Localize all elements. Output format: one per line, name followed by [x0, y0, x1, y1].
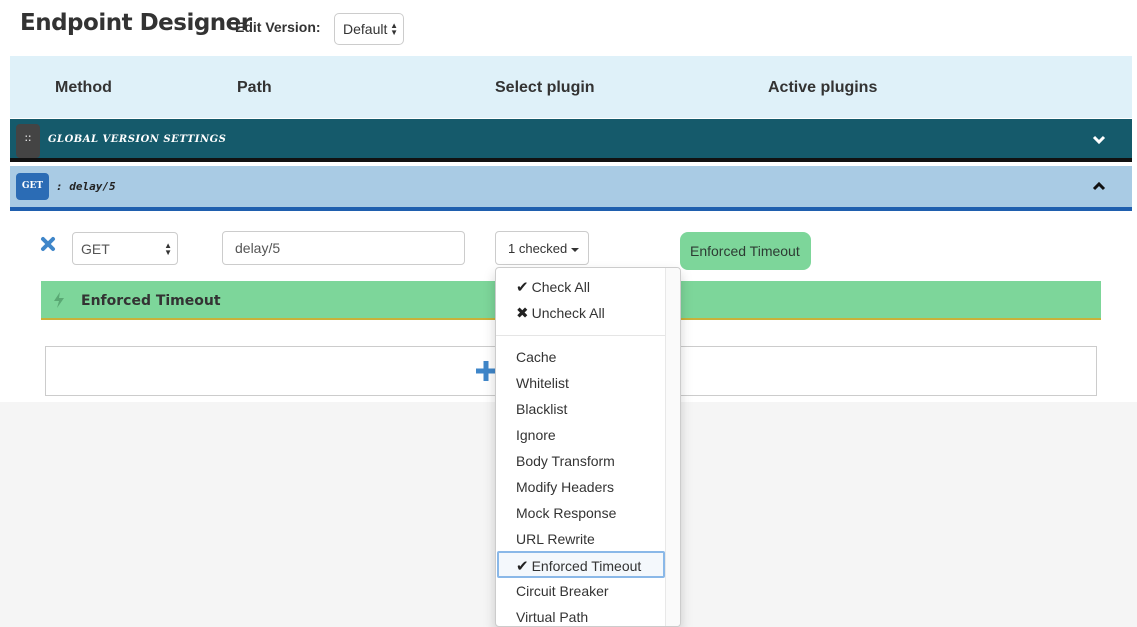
caret-down-icon	[571, 247, 580, 252]
check-icon: ✔	[516, 558, 529, 575]
close-icon[interactable]	[40, 236, 56, 252]
plugin-option-url-rewrite[interactable]: URL Rewrite	[516, 531, 595, 547]
global-version-settings-bar[interactable]: :: GLOBAL VERSION SETTINGS	[10, 119, 1132, 162]
select-plugin-button[interactable]: 1 checked	[495, 231, 589, 265]
check-all-label: Check All	[531, 279, 590, 295]
active-plugin-chip[interactable]: Enforced Timeout	[680, 232, 811, 270]
endpoint-path-label: : delay/5	[56, 180, 116, 193]
method-select[interactable]: GET ▲ ▼	[72, 232, 178, 265]
plugin-option-blacklist[interactable]: Blacklist	[516, 401, 567, 417]
plugin-option-cache[interactable]: Cache	[516, 349, 556, 365]
plugin-option-circuit-breaker[interactable]: Circuit Breaker	[516, 583, 609, 599]
version-select[interactable]: Default ▲ ▼	[334, 13, 404, 45]
column-select-plugin: Select plugin	[495, 79, 595, 96]
check-all-option[interactable]: ✔ Check All	[516, 278, 590, 296]
plugin-option-modify-headers[interactable]: Modify Headers	[516, 479, 614, 495]
bolt-icon	[54, 292, 64, 308]
version-select-value: Default	[343, 21, 388, 37]
plugin-option-mock-response[interactable]: Mock Response	[516, 505, 616, 521]
dropdown-divider	[496, 335, 680, 336]
chevron-down-icon[interactable]	[1092, 133, 1106, 147]
dropdown-scrollbar[interactable]	[665, 268, 680, 626]
plugin-option-enforced-timeout[interactable]: ✔ Enforced Timeout	[516, 557, 641, 575]
endpoint-bar[interactable]: GET : delay/5	[10, 166, 1132, 211]
method-badge: GET	[16, 173, 49, 200]
plugin-option-body-transform[interactable]: Body Transform	[516, 453, 615, 469]
drag-handle-icon[interactable]: ::	[16, 124, 40, 158]
column-method: Method	[55, 79, 112, 96]
uncheck-all-option[interactable]: ✖ Uncheck All	[516, 304, 605, 322]
plugin-option-label: Enforced Timeout	[531, 558, 642, 574]
close-icon: ✖	[516, 305, 529, 322]
column-active-plugins: Active plugins	[768, 79, 878, 96]
plugin-option-whitelist[interactable]: Whitelist	[516, 375, 569, 391]
check-icon: ✔	[516, 279, 529, 296]
select-arrows-icon: ▲ ▼	[390, 21, 398, 37]
column-header-row: Method Path Select plugin Active plugins	[10, 56, 1132, 118]
global-settings-label: GLOBAL VERSION SETTINGS	[48, 134, 227, 145]
column-path: Path	[237, 79, 272, 96]
plugin-option-virtual-path[interactable]: Virtual Path	[516, 609, 588, 625]
method-select-value: GET	[81, 241, 110, 257]
path-input[interactable]: delay/5	[222, 231, 465, 265]
plugin-option-ignore[interactable]: Ignore	[516, 427, 556, 443]
select-plugin-button-label: 1 checked	[508, 241, 568, 256]
page-title: Endpoint Designer	[20, 10, 252, 36]
edit-version-label: Edit Version:	[235, 19, 321, 35]
uncheck-all-label: Uncheck All	[531, 305, 605, 321]
plugin-dropdown-menu: ✔ Check All ✖ Uncheck All Cache Whitelist …	[495, 267, 681, 627]
select-arrows-icon: ▲ ▼	[164, 241, 172, 257]
chevron-up-icon[interactable]	[1092, 179, 1106, 193]
plus-icon[interactable]	[476, 361, 496, 381]
plugin-panel-title: Enforced Timeout	[81, 293, 221, 309]
